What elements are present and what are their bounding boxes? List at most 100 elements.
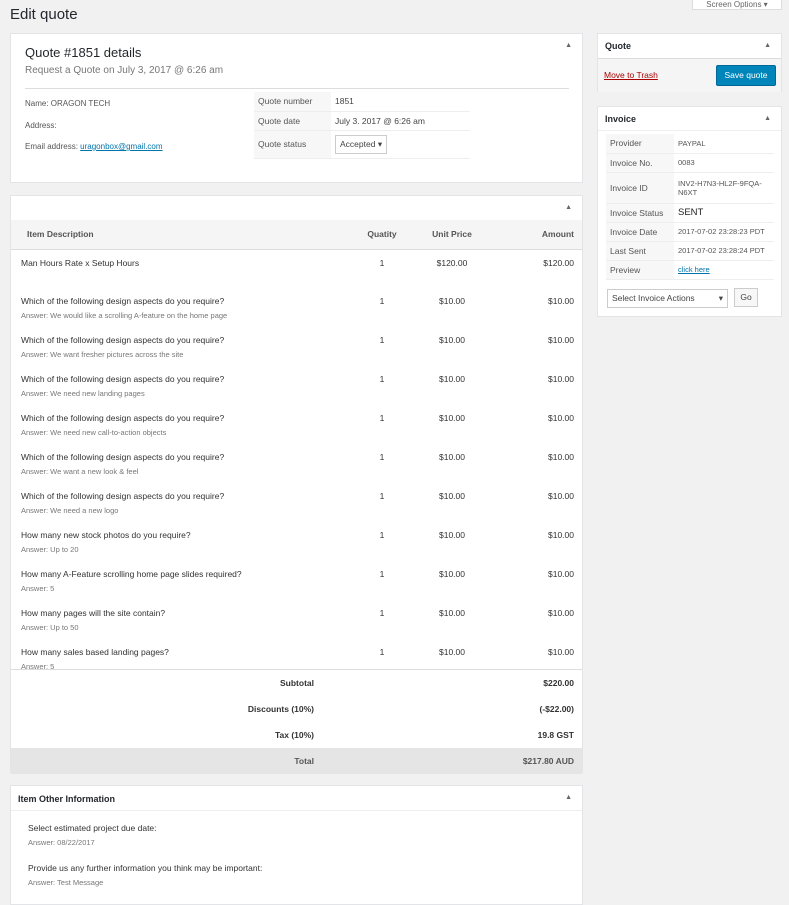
item-name: How many sales based landing pages?	[21, 647, 169, 657]
item-amount: $10.00	[548, 569, 574, 579]
invoice-row: Provider PAYPAL	[606, 134, 774, 154]
header-description: Item Description	[11, 220, 352, 250]
items-table: Item Description Quatity Unit Price Amou…	[11, 220, 582, 678]
totals-row: Discounts (10%) (-$22.00)	[11, 696, 582, 722]
invoice-label: Invoice Status	[606, 203, 674, 223]
header-quantity: Quatity	[352, 220, 412, 250]
item-unit-price: $10.00	[439, 491, 465, 501]
totals-row: Subtotal $220.00	[11, 670, 582, 696]
item-answer: Answer: We would like a scrolling A-feat…	[21, 311, 228, 320]
page-title: Edit quote	[10, 6, 78, 23]
table-header: Item Description Quatity Unit Price Amou…	[11, 220, 582, 250]
answer: Answer: 08/22/2017	[28, 838, 95, 847]
table-row: Which of the following design aspects do…	[11, 483, 582, 522]
totals-table: Subtotal $220.00 Discounts (10%) (-$22.00) T…	[11, 669, 582, 774]
invoice-value: SENT	[678, 207, 704, 218]
total-label: Tax (10%)	[274, 729, 314, 740]
invoice-actions-select[interactable]: Select Invoice Actions ▾	[607, 289, 728, 308]
value: 1851	[331, 92, 470, 112]
item-amount: $10.00	[548, 296, 574, 306]
invoice-label: Preview	[606, 260, 674, 280]
item-name: Which of the following design aspects do…	[21, 374, 225, 384]
item-quantity: 1	[379, 257, 385, 268]
item-name: How many A-Feature scrolling home page s…	[21, 569, 242, 579]
item-description: Which of the following design aspects do…	[11, 405, 352, 444]
invoice-label: Invoice No.	[606, 153, 674, 173]
invoice-row: Invoice ID INV2-H7N3-HL2F-9FQA-N6XT	[606, 172, 774, 204]
other-item: Provide us any further information you t…	[28, 863, 262, 887]
save-quote-button[interactable]: Save quote	[716, 65, 776, 86]
total-label: Discounts (10%)	[247, 703, 314, 714]
table-row: How many pages will the site contain? Ans…	[11, 600, 582, 639]
item-unit-price: $10.00	[439, 530, 465, 540]
totals-row: Tax (10%) 19.8 GST	[11, 722, 582, 748]
total-value: 19.8 GST	[537, 729, 574, 740]
item-answer: Answer: Up to 50	[21, 623, 79, 632]
item-unit-price: $10.00	[439, 374, 465, 384]
item-answer: Answer: Up to 20	[21, 545, 79, 554]
totals-row: Total $217.80 AUD	[11, 747, 582, 774]
preview-link[interactable]: click here	[678, 265, 710, 274]
address-label: Address:	[25, 121, 57, 130]
collapse-icon[interactable]: ▲	[565, 204, 572, 211]
item-name: Which of the following design aspects do…	[21, 452, 225, 462]
item-unit-price: $10.00	[439, 569, 465, 579]
total-label: Total	[11, 747, 482, 774]
table-row: Which of the following design aspects do…	[11, 405, 582, 444]
item-description: How many pages will the site contain? Ans…	[11, 600, 352, 639]
item-answer: Answer: 5	[21, 584, 55, 593]
other-info-title: Item Other Information	[18, 794, 116, 804]
item-answer: Answer: We want a new look & feel	[21, 467, 139, 476]
value: July 3. 2017 @ 6:26 am	[331, 111, 470, 131]
item-description: Which of the following design aspects do…	[11, 327, 352, 366]
label: Quote date	[254, 111, 331, 131]
table-row: How many new stock photos do you require…	[11, 522, 582, 561]
collapse-icon[interactable]: ▲	[764, 115, 771, 122]
label: Quote number	[254, 92, 331, 112]
email-label: Email address:	[25, 142, 78, 151]
collapse-icon[interactable]: ▲	[565, 794, 572, 801]
item-unit-price: $10.00	[439, 296, 465, 306]
collapse-icon[interactable]: ▲	[764, 42, 771, 49]
table-row: How many A-Feature scrolling home page s…	[11, 561, 582, 600]
invoice-row: Preview click here	[606, 260, 774, 280]
go-button[interactable]: Go	[734, 288, 758, 307]
move-to-trash-link[interactable]: Move to Trash	[604, 70, 658, 80]
collapse-icon[interactable]: ▲	[565, 42, 572, 49]
invoice-label: Provider	[606, 134, 674, 154]
item-description: Which of the following design aspects do…	[11, 444, 352, 483]
item-quantity: 1	[379, 296, 385, 306]
answer: Answer: Test Message	[28, 878, 104, 887]
item-name: How many pages will the site contain?	[21, 608, 166, 618]
item-quantity: 1	[379, 413, 385, 423]
screen-options-button[interactable]: Screen Options ▾	[692, 0, 782, 10]
label: Quote status	[254, 130, 331, 159]
table-row: Which of the following design aspects do…	[11, 288, 582, 327]
details-subtitle: Request a Quote on July 3, 2017 @ 6:26 a…	[25, 65, 224, 76]
item-description: Which of the following design aspects do…	[11, 483, 352, 522]
item-name: How many new stock photos do you require…	[21, 530, 191, 540]
quote-details-box: ▲ Quote #1851 details Request a Quote on…	[10, 33, 583, 183]
other-info-box: ▲ Item Other Information Select estimate…	[10, 785, 583, 905]
item-amount: $10.00	[548, 335, 574, 345]
invoice-value: 0083	[678, 158, 695, 167]
invoice-row: Invoice No. 0083	[606, 153, 774, 173]
invoice-table: Provider PAYPAL Invoice No. 0083 Invoice ID I…	[606, 134, 774, 280]
item-name: Man Hours Rate x Setup Hours	[21, 257, 140, 268]
item-name: Which of the following design aspects do…	[21, 491, 225, 501]
question: Select estimated project due date:	[28, 823, 157, 833]
item-answer: Answer: We want fresher pictures across …	[21, 350, 184, 359]
item-answer: Answer: We need new landing pages	[21, 389, 145, 398]
status-value: Accepted	[340, 138, 376, 149]
invoice-title: Invoice	[605, 114, 637, 124]
invoice-row: Last Sent 2017-07-02 23:28:24 PDT	[606, 241, 774, 261]
item-name: Which of the following design aspects do…	[21, 413, 225, 423]
email-link[interactable]: uragonbox@gmail.com	[80, 142, 162, 151]
total-value: (-$22.00)	[539, 703, 575, 714]
header-unit-price: Unit Price	[412, 220, 492, 250]
items-box: ▲ Item Description Quatity Unit Price Am…	[10, 195, 583, 774]
invoice-value: PAYPAL	[678, 138, 706, 148]
quote-status-select[interactable]: Accepted ▾	[335, 134, 388, 154]
quote-info-table: Quote number 1851 Quote date July 3. 2017 …	[254, 92, 470, 159]
table-row: Which of the following design aspects do…	[11, 366, 582, 405]
